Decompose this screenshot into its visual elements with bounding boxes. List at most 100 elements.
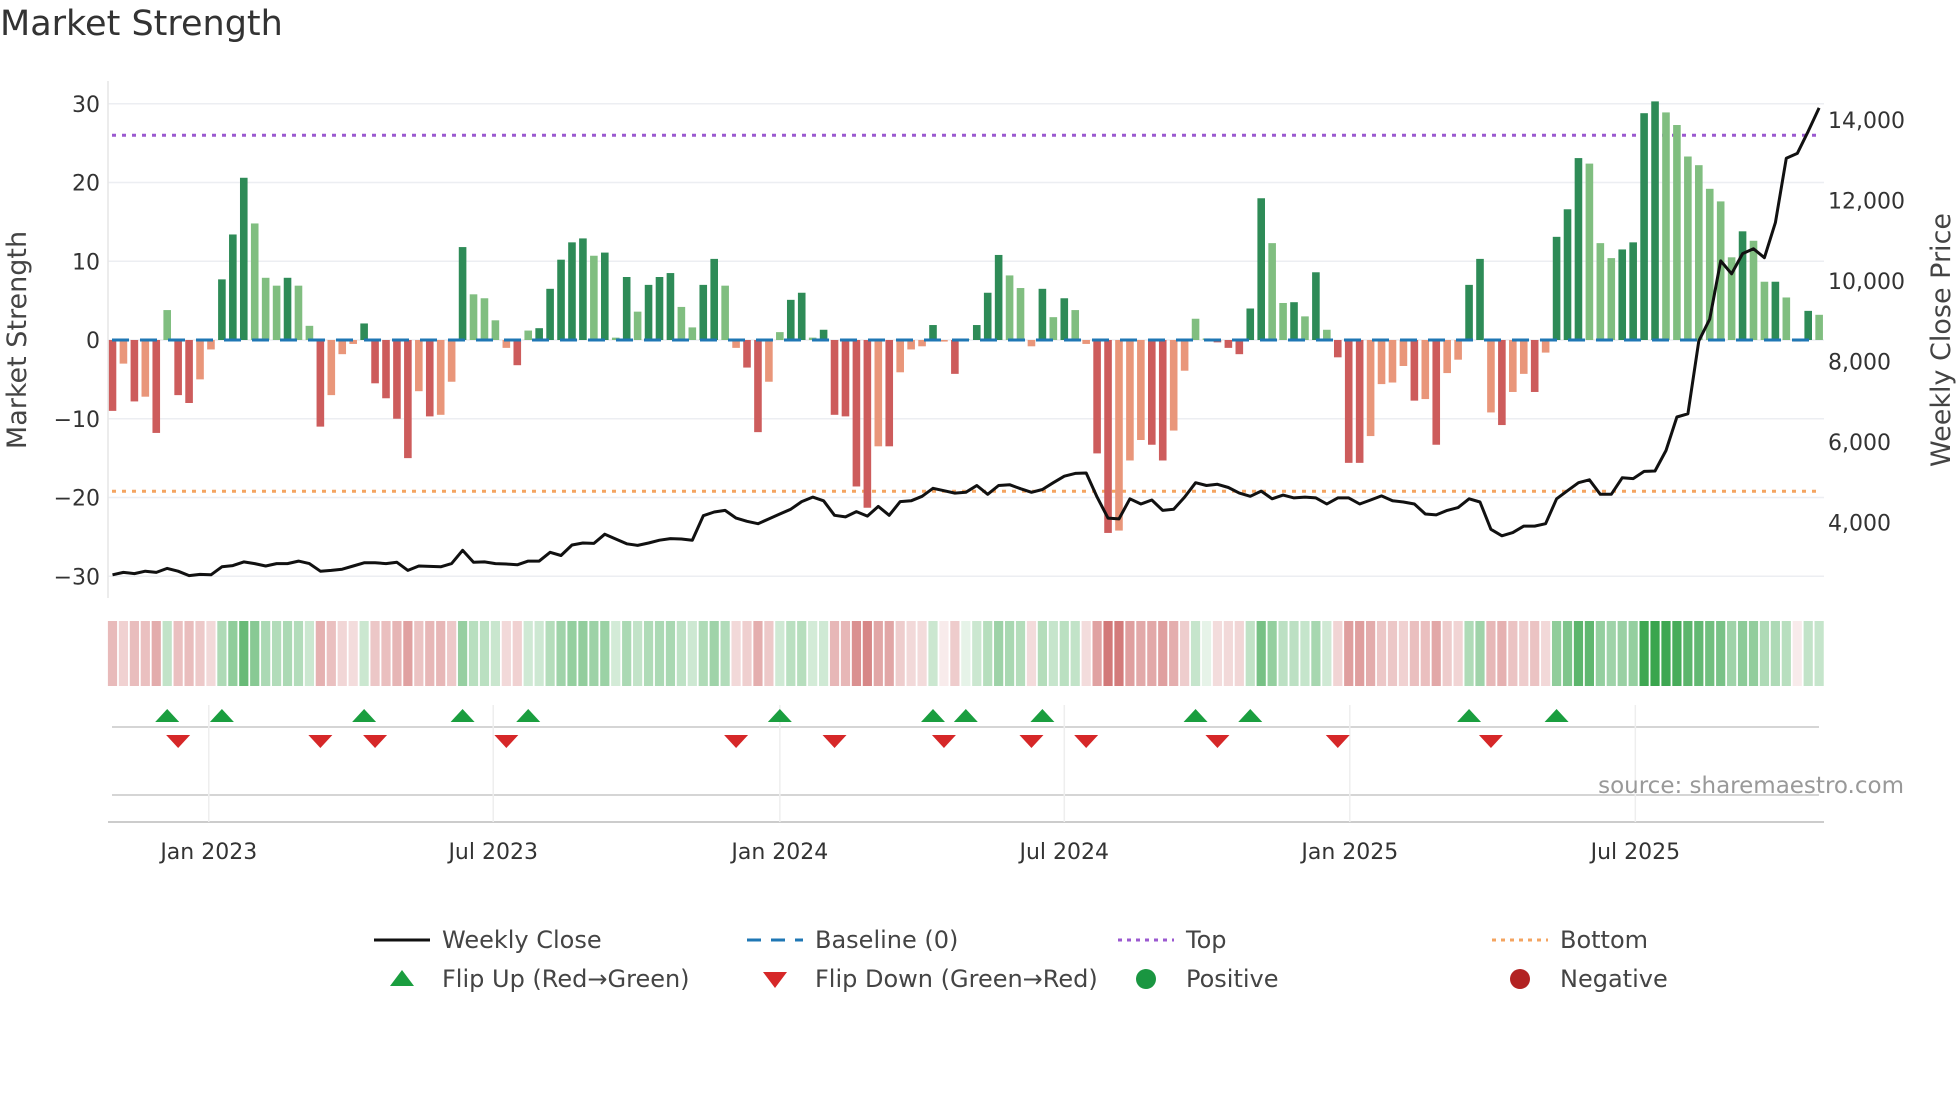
- y-tick-label-right: 12,000: [1828, 190, 1905, 215]
- heat-strip-cell: [1256, 621, 1266, 686]
- flip-down-marker: [308, 735, 333, 748]
- heat-strip-cell: [1541, 621, 1551, 686]
- heat-strip-cell: [829, 621, 840, 686]
- heat-strip-cell: [1212, 621, 1223, 686]
- heat-strip-cell: [250, 621, 260, 686]
- y-axis-title-right: Weekly Close Price: [1926, 213, 1957, 467]
- legend: Weekly Close Baseline (0) Top Bottom Flip Up…: [374, 926, 1668, 993]
- heat-strip-cell: [523, 621, 533, 686]
- strength-bar: [480, 298, 489, 340]
- heat-strip-cell: [436, 621, 446, 686]
- strength-bar: [1279, 302, 1287, 340]
- heat-strip-cell: [490, 621, 500, 686]
- strength-bar: [721, 285, 729, 340]
- strength-bar: [1366, 340, 1375, 437]
- strength-bar: [1596, 243, 1605, 340]
- legend-label: Top: [1185, 926, 1227, 954]
- heat-strip-cell: [534, 621, 544, 686]
- strength-bar: [1530, 340, 1539, 392]
- strength-bar: [1629, 242, 1637, 340]
- strength-bar: [305, 325, 314, 340]
- heat-strip-cell: [884, 621, 894, 686]
- strength-bar: [1148, 340, 1156, 445]
- heat-strip-cell: [665, 621, 676, 686]
- strength-bar: [743, 340, 751, 368]
- strength-bar: [1016, 288, 1025, 340]
- heat-strip-cell: [1464, 621, 1474, 686]
- y-tick-label-left: −10: [54, 408, 100, 433]
- heat-strip-cell: [1661, 621, 1671, 686]
- heat-strip-cell: [1289, 621, 1299, 686]
- heat-strip-cell: [873, 621, 883, 686]
- heat-strip-cell: [961, 621, 971, 686]
- heat-strip-cell: [315, 621, 325, 686]
- heat-strip-cell: [1694, 621, 1704, 686]
- strength-bar: [754, 340, 762, 433]
- strength-bar: [119, 340, 128, 364]
- flip-up-marker: [450, 709, 475, 722]
- y-tick-label-left: 30: [72, 93, 100, 118]
- heat-strip-cell: [808, 621, 818, 686]
- flip-down-marker: [494, 735, 519, 748]
- legend-label: Flip Up (Red→Green): [442, 965, 690, 993]
- heat-strip-cell: [775, 621, 785, 686]
- heat-strip-cell: [184, 621, 194, 686]
- heat-strip-cell: [239, 621, 249, 686]
- strength-bar: [1301, 316, 1309, 340]
- strength-bar: [688, 327, 697, 340]
- heat-strip-cell: [1781, 621, 1791, 686]
- strength-bar: [1344, 340, 1353, 463]
- y-tick-label-right: 14,000: [1828, 109, 1905, 134]
- strength-bar: [371, 340, 379, 384]
- heat-strip-cell: [1004, 621, 1015, 686]
- strength-bar: [415, 340, 423, 392]
- flip-up-marker: [953, 709, 978, 722]
- strength-bar: [1038, 288, 1047, 340]
- strength-bar: [786, 299, 795, 340]
- legend-label: Negative: [1560, 965, 1668, 993]
- strength-bar: [710, 258, 718, 340]
- strength-bar: [1377, 340, 1386, 385]
- heat-strip-cell: [1442, 621, 1452, 686]
- strength-bar: [819, 329, 828, 340]
- strength-bar: [797, 292, 806, 340]
- heat-strip-cell: [1770, 621, 1780, 686]
- strength-bar: [1509, 340, 1517, 392]
- flip-up-marker: [155, 709, 180, 722]
- legend-label: Baseline (0): [815, 926, 958, 954]
- heat-strip-cell: [1333, 621, 1343, 686]
- strength-bar: [1137, 340, 1145, 441]
- strength-bar: [699, 284, 708, 340]
- strength-bar: [1541, 340, 1550, 353]
- strength-bar: [1443, 340, 1451, 374]
- strength-bar: [535, 328, 543, 340]
- heat-strip-cell: [1103, 621, 1113, 686]
- heat-strip-cell: [1234, 621, 1244, 686]
- strength-bar: [1071, 310, 1080, 340]
- heat-strip-cell: [129, 621, 139, 686]
- market-strength-chart: −30 −20 −10 0 10 20 30 4,000 6,000 8,000 10,000 12,…: [2, 81, 1957, 993]
- heat-strip-cell: [567, 621, 577, 686]
- heat-strip-cell: [972, 621, 982, 686]
- heat-strip-cell: [950, 621, 960, 686]
- strength-bar: [524, 330, 533, 340]
- heat-strip-cell: [1508, 621, 1518, 686]
- heat-strip-cell: [1300, 621, 1310, 686]
- strength-bar: [940, 340, 948, 342]
- strength-bar: [1815, 314, 1823, 340]
- strength-bar: [141, 340, 150, 397]
- y-tick-label-left: −30: [54, 565, 100, 590]
- strength-bar: [1519, 340, 1528, 374]
- heat-strip-cell: [589, 621, 599, 686]
- strength-bar: [1738, 231, 1747, 340]
- heat-strip-cell: [1376, 621, 1387, 686]
- strength-bar: [1552, 236, 1561, 340]
- x-tick-label: Jul 2024: [1018, 840, 1110, 865]
- strength-bar: [513, 340, 522, 366]
- strength-bar: [458, 247, 467, 340]
- heat-strip-cell: [819, 621, 829, 686]
- heat-strip-cell: [1562, 621, 1573, 686]
- strength-bar: [1268, 243, 1276, 340]
- heat-strip-cell: [1683, 621, 1693, 686]
- heat-strip-cell: [1519, 621, 1529, 686]
